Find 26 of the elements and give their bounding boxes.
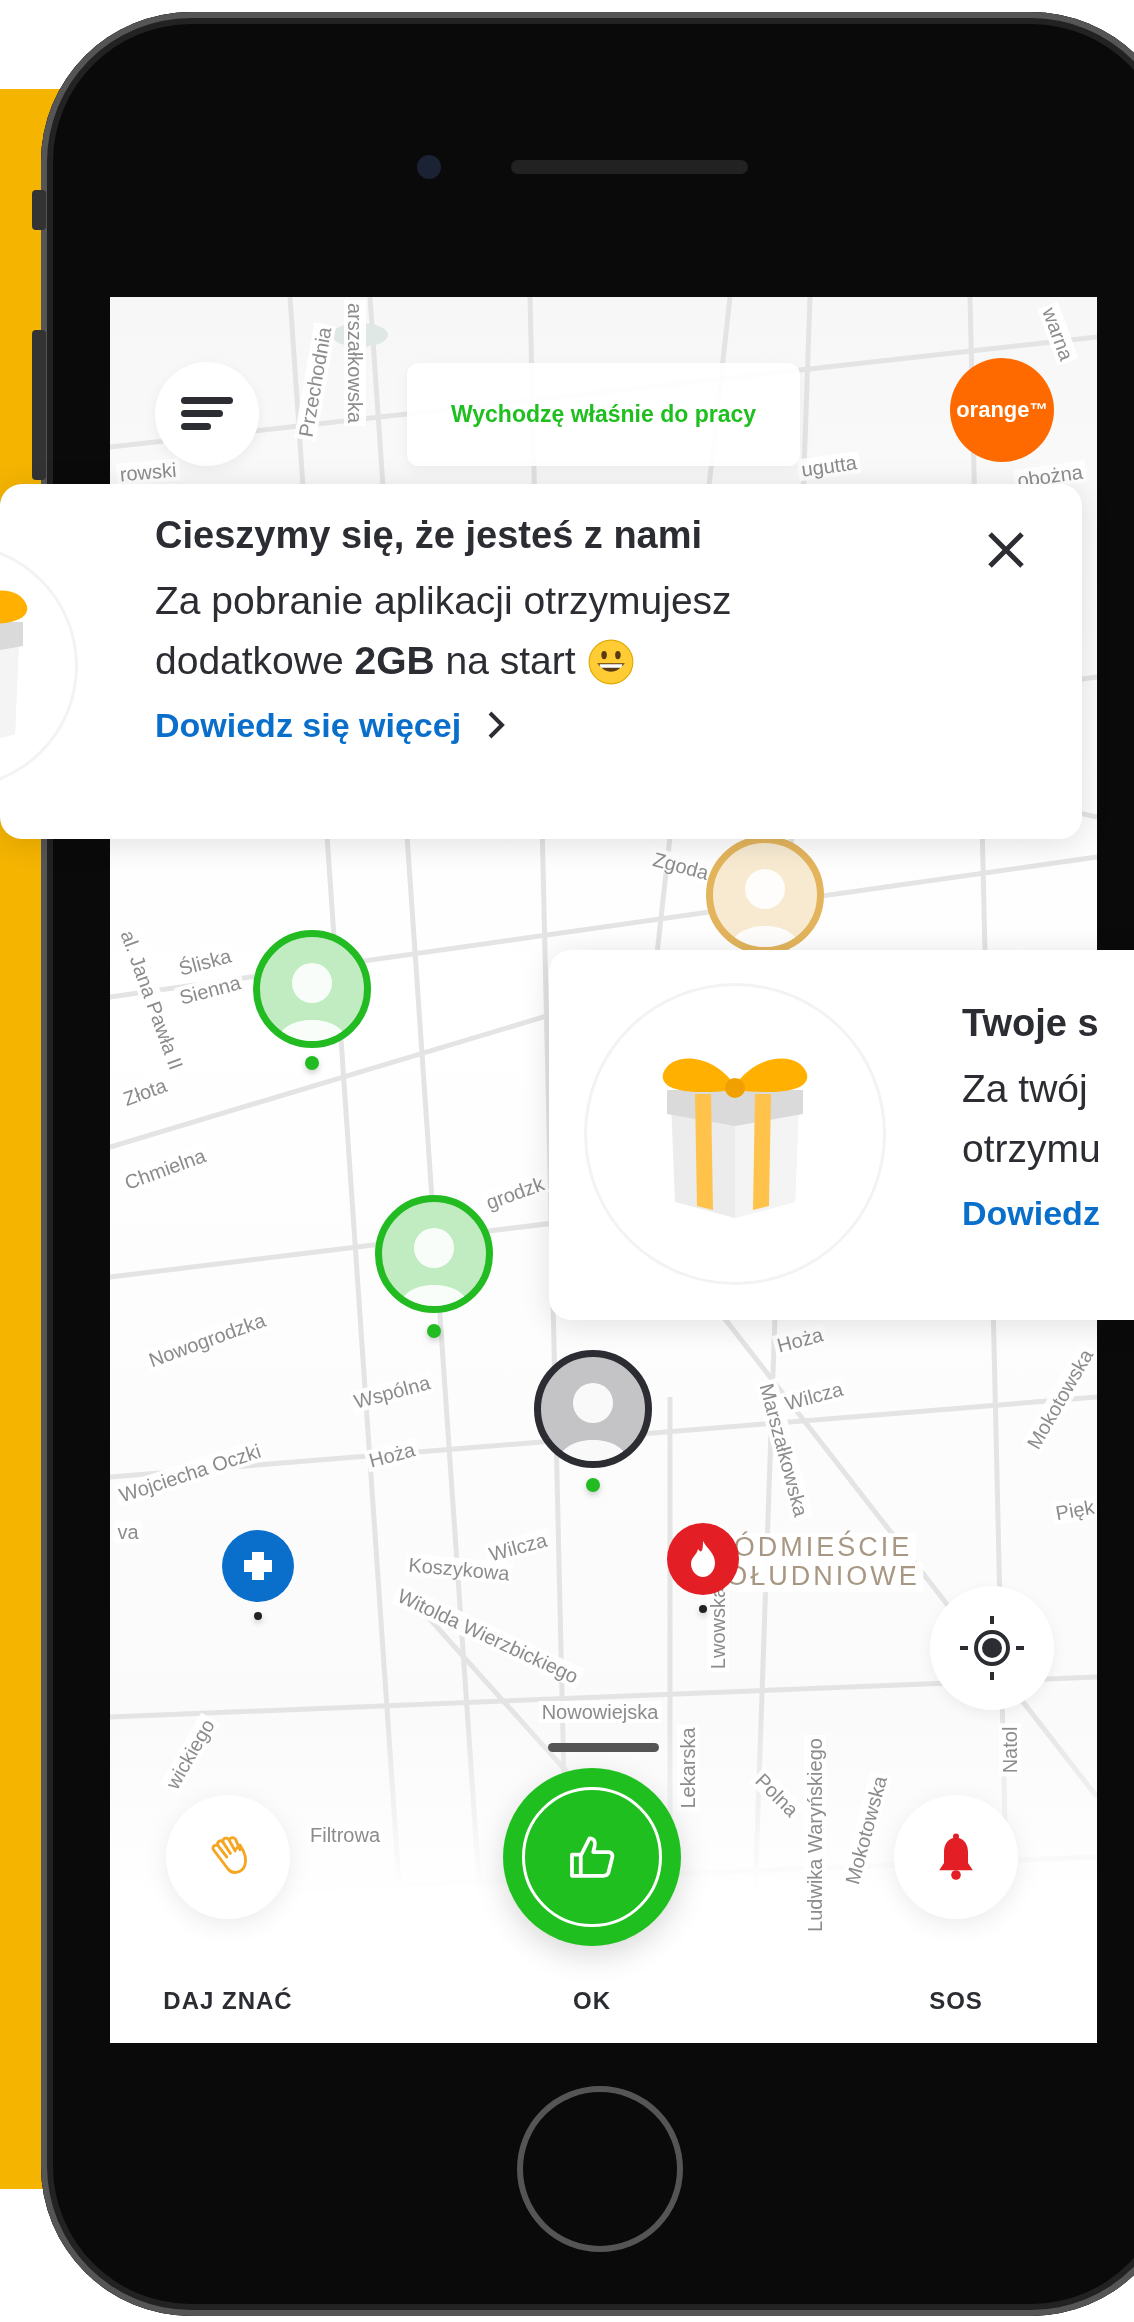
- card-title: Twoje s: [962, 1002, 1100, 1045]
- location-dot: [699, 1605, 707, 1613]
- location-dot: [254, 1612, 262, 1620]
- action-label: OK: [573, 1987, 611, 2015]
- home-button-icon[interactable]: [516, 2085, 684, 2253]
- street-label: va: [114, 1521, 142, 1543]
- chevron-right-icon: [487, 710, 506, 741]
- learn-more-link[interactable]: Dowiedz się więcej: [155, 705, 462, 745]
- card-title: Cieszymy się, że jesteś z nami: [155, 514, 704, 557]
- street-label: Przechodnia: [294, 322, 336, 442]
- learn-more-link[interactable]: Dowiedz: [962, 1193, 1100, 1233]
- card-message-line: dodatkowe 2GB na start: [155, 638, 576, 685]
- drag-handle[interactable]: [548, 1743, 659, 1752]
- card-message-line: Za pobranie aplikacji otrzymujesz: [155, 578, 732, 624]
- street-label: Nowowiejska: [538, 1701, 662, 1723]
- action-label: DAJ ZNAĆ: [163, 1987, 293, 2015]
- street-label: rowski: [115, 458, 181, 486]
- card-message-line: Za twój: [962, 1066, 1088, 1112]
- medical-pin-icon[interactable]: [222, 1530, 294, 1602]
- card-message-line: otrzymu: [962, 1126, 1101, 1173]
- menu-icon: [181, 397, 233, 431]
- street-label: arszałkowska: [344, 300, 366, 426]
- district-label: OŁUDNIOWE: [723, 1562, 923, 1592]
- street-label: Natol: [999, 1723, 1021, 1777]
- street-label: ugutta: [796, 450, 862, 482]
- action-label: SOS: [929, 1987, 983, 2015]
